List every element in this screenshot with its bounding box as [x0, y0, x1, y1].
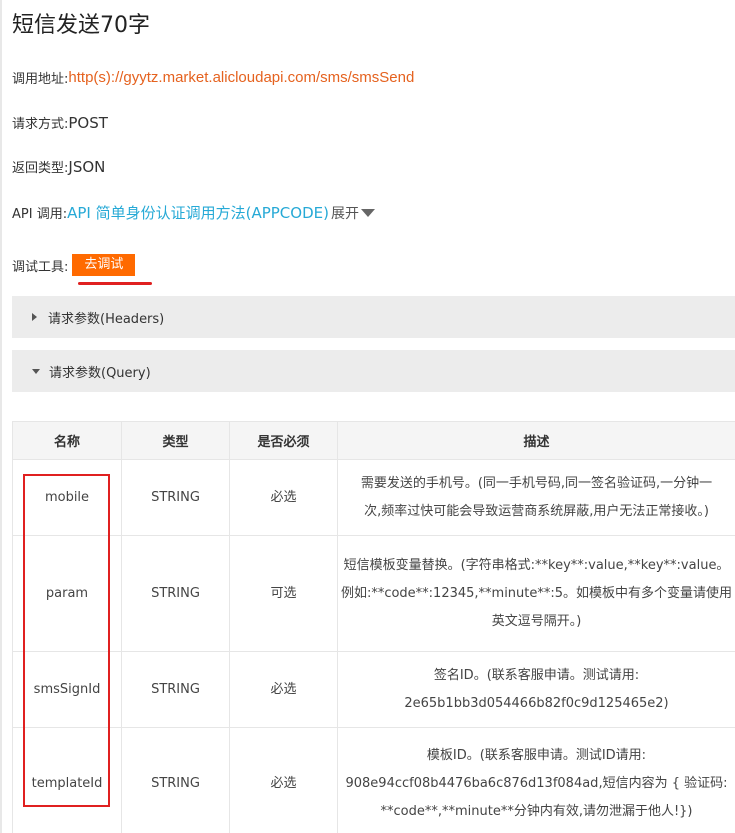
caret-right-icon: [32, 313, 37, 321]
url-label: 调用地址:: [12, 72, 69, 87]
debug-label: 调试工具:: [12, 259, 69, 275]
desc-line: 签名ID。(联系客服申请。测试请用:: [433, 667, 640, 683]
desc-line: 模板ID。(联系客服申请。测试ID请用:: [426, 747, 647, 763]
query-panel-label: 请求参数(Query): [49, 365, 151, 381]
method-row: 请求方式: POST: [12, 113, 108, 133]
col-header-desc: 描述: [337, 421, 735, 460]
col-header-type: 类型: [121, 421, 230, 460]
param-required: 必选: [229, 651, 338, 728]
table-row: mobile STRING 必选 需要发送的手机号。(同一手机号码,同一签名验证…: [12, 459, 735, 536]
desc-line: 英文逗号隔开。): [491, 613, 582, 629]
params-table: 名称 类型 是否必须 描述 mobile STRING 必选 需要发送的手机号。…: [12, 421, 735, 833]
caret-down-icon: [32, 368, 40, 374]
headers-panel[interactable]: 请求参数(Headers): [12, 296, 735, 338]
expand-label: 展开: [330, 205, 359, 222]
table-row: templateId STRING 必选 模板ID。(联系客服申请。测试ID请用…: [12, 727, 735, 833]
page-title: 短信发送70字: [12, 13, 150, 38]
headers-panel-label: 请求参数(Headers): [48, 311, 165, 327]
param-desc: 需要发送的手机号。(同一手机号码,同一签名验证码,一分钟一 次,频率过快可能会导…: [337, 459, 735, 536]
desc-line: 短信模板变量替换。(字符串格式:**key**:value,**key**:va…: [343, 557, 730, 573]
param-required: 可选: [229, 535, 338, 652]
return-row: 返回类型: JSON: [12, 157, 106, 177]
red-box-annotation: [23, 474, 110, 807]
api-auth-link[interactable]: API 简单身份认证调用方法(APPCODE): [67, 202, 329, 223]
desc-line: 2e65b1bb3d054466b82f0c9d125465e2): [404, 695, 669, 711]
url-value[interactable]: http(s)://gyytz.market.alicloudapi.com/s…: [68, 69, 414, 86]
param-type: STRING: [121, 651, 230, 728]
red-underline-annotation: [78, 282, 152, 285]
table-row: smsSignId STRING 必选 签名ID。(联系客服申请。测试请用: 2…: [12, 651, 735, 728]
left-border: [0, 0, 2, 833]
debug-row: 调试工具: 去调试: [12, 254, 136, 276]
param-required: 必选: [229, 459, 338, 536]
return-label: 返回类型:: [12, 161, 69, 176]
param-type: STRING: [121, 535, 230, 652]
param-desc: 签名ID。(联系客服申请。测试请用: 2e65b1bb3d054466b82f0…: [337, 651, 735, 728]
col-header-name: 名称: [12, 421, 122, 460]
caret-down-icon: [360, 209, 375, 217]
desc-line: 次,频率过快可能会导致运营商系统屏蔽,用户无法正常接收。): [364, 503, 709, 519]
debug-button[interactable]: 去调试: [72, 254, 136, 276]
param-desc: 短信模板变量替换。(字符串格式:**key**:value,**key**:va…: [337, 535, 735, 652]
api-row: API 调用: API 简单身份认证调用方法(APPCODE) 展开: [12, 202, 375, 223]
param-type: STRING: [121, 727, 230, 833]
desc-line: 908e94ccf08b4476ba6c876d13f084ad,短信内容为 {…: [345, 775, 728, 791]
method-value: POST: [68, 113, 108, 132]
col-header-required: 是否必须: [229, 421, 338, 460]
api-label: API 调用:: [12, 207, 68, 222]
return-value: JSON: [68, 157, 106, 176]
table-row: param STRING 可选 短信模板变量替换。(字符串格式:**key**:…: [12, 535, 735, 652]
param-type: STRING: [121, 459, 230, 536]
expand-toggle[interactable]: 展开: [331, 203, 375, 223]
desc-line: 需要发送的手机号。(同一手机号码,同一签名验证码,一分钟一: [360, 475, 713, 491]
desc-line: **code**,**minute**分钟内有效,请勿泄漏于他人!}): [380, 803, 693, 819]
query-panel[interactable]: 请求参数(Query): [12, 350, 735, 392]
param-desc: 模板ID。(联系客服申请。测试ID请用: 908e94ccf08b4476ba6…: [337, 727, 735, 833]
desc-line: 例如:**code**:12345,**minute**:5。如模板中有多个变量…: [340, 585, 733, 601]
url-row: 调用地址: http(s)://gyytz.market.alicloudapi…: [12, 68, 414, 87]
param-required: 必选: [229, 727, 338, 833]
table-header-row: 名称 类型 是否必须 描述: [12, 421, 735, 460]
method-label: 请求方式:: [12, 117, 69, 132]
